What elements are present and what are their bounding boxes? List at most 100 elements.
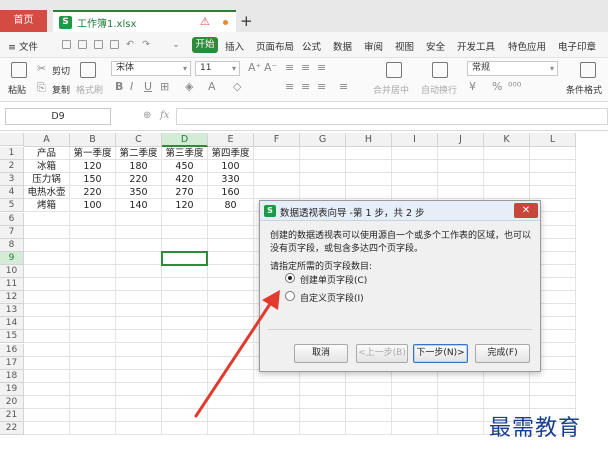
cell-c11[interactable] [116, 278, 162, 291]
cell-b5[interactable]: 100 [70, 199, 116, 213]
cell-i20[interactable] [392, 395, 438, 409]
row-header-19[interactable]: 19 [0, 382, 24, 396]
cell-c17[interactable] [116, 356, 162, 370]
tab-insert[interactable]: 插入 [225, 39, 244, 53]
name-box[interactable]: D9 [5, 108, 111, 125]
cell-f3[interactable] [254, 173, 300, 187]
cell-j20[interactable] [438, 395, 484, 409]
undo-icon[interactable]: ↶ [126, 39, 134, 50]
cell-e1[interactable]: 第四季度 [208, 147, 254, 160]
cell-b2[interactable]: 120 [70, 160, 116, 174]
cell-k19[interactable] [484, 382, 530, 396]
cell-l4[interactable] [530, 186, 576, 200]
row-header-3[interactable]: 3 [0, 173, 24, 187]
clear-icon[interactable]: ◇ [233, 80, 241, 93]
cell-j3[interactable] [438, 173, 484, 187]
cell-e5[interactable]: 80 [208, 199, 254, 213]
cell-e6[interactable] [208, 212, 254, 226]
cell-a22[interactable] [24, 422, 70, 436]
cell-h4[interactable] [346, 186, 392, 200]
more-icon[interactable]: ⌄ [172, 39, 180, 50]
file-menu[interactable]: ≡ 文件 [8, 39, 38, 53]
cell-a12[interactable] [24, 291, 70, 305]
align-middle-icon[interactable]: ≡ [301, 61, 310, 74]
cell-d7[interactable] [162, 225, 208, 239]
cell-b13[interactable] [70, 304, 116, 318]
file-tab[interactable]: S 工作簿1.xlsx ⚠ [53, 10, 236, 32]
cell-h20[interactable] [346, 395, 392, 409]
row-header-15[interactable]: 15 [0, 330, 24, 344]
cell-d1[interactable]: 第三季度 [162, 147, 208, 160]
cell-i3[interactable] [392, 173, 438, 187]
cell-b20[interactable] [70, 395, 116, 409]
cell-g2[interactable] [300, 160, 346, 174]
align-bottom-icon[interactable]: ≡ [317, 61, 326, 74]
cell-j21[interactable] [438, 409, 484, 422]
print-icon[interactable] [94, 40, 103, 49]
cell-e19[interactable] [208, 382, 254, 396]
column-header-l[interactable]: L [530, 133, 576, 147]
cell-c8[interactable] [116, 238, 162, 252]
align-center-icon[interactable]: ≡ [301, 80, 310, 93]
cell-b10[interactable] [70, 264, 116, 278]
column-header-a[interactable]: A [24, 133, 70, 147]
cell-d4[interactable]: 270 [162, 186, 208, 200]
row-header-20[interactable]: 20 [0, 395, 24, 409]
cell-b22[interactable] [70, 422, 116, 436]
next-button[interactable]: 下一步(N)> [413, 344, 468, 363]
cell-c22[interactable] [116, 422, 162, 436]
cell-c18[interactable] [116, 369, 162, 383]
cell-g1[interactable] [300, 147, 346, 160]
cell-c6[interactable] [116, 212, 162, 226]
cell-a6[interactable] [24, 212, 70, 226]
row-header-10[interactable]: 10 [0, 264, 24, 278]
home-tab[interactable]: 首页 [0, 10, 47, 32]
cell-c12[interactable] [116, 291, 162, 305]
cell-a10[interactable] [24, 264, 70, 278]
finish-button[interactable]: 完成(F) [475, 344, 530, 363]
back-button[interactable]: <上一步(B) [356, 344, 408, 363]
row-header-11[interactable]: 11 [0, 278, 24, 291]
cell-e9[interactable] [208, 251, 254, 265]
wrap-text-label[interactable]: 自动换行 [421, 83, 457, 96]
cell-d10[interactable] [162, 264, 208, 278]
cell-e16[interactable] [208, 343, 254, 357]
formula-input[interactable] [176, 108, 608, 125]
cell-a2[interactable]: 冰箱 [24, 160, 70, 174]
cell-i4[interactable] [392, 186, 438, 200]
cell-k1[interactable] [484, 147, 530, 160]
cell-c10[interactable] [116, 264, 162, 278]
conditional-format-label[interactable]: 条件格式 [566, 83, 602, 96]
cell-b4[interactable]: 220 [70, 186, 116, 200]
format-painter-icon[interactable] [80, 62, 96, 78]
cell-a1[interactable]: 产品 [24, 147, 70, 160]
cell-a11[interactable] [24, 278, 70, 291]
paste-label[interactable]: 粘贴 [8, 83, 26, 96]
cell-i21[interactable] [392, 409, 438, 422]
cell-c20[interactable] [116, 395, 162, 409]
cell-g19[interactable] [300, 382, 346, 396]
format-painter-label[interactable]: 格式刷 [76, 83, 103, 96]
cell-a17[interactable] [24, 356, 70, 370]
cell-d3[interactable]: 420 [162, 173, 208, 187]
cell-b1[interactable]: 第一季度 [70, 147, 116, 160]
cell-f20[interactable] [254, 395, 300, 409]
new-tab-button[interactable]: + [240, 12, 253, 30]
justify-icon[interactable]: ≡ [339, 80, 348, 93]
cell-a21[interactable] [24, 409, 70, 422]
tab-page-layout[interactable]: 页面布局 [256, 39, 294, 53]
cell-k2[interactable] [484, 160, 530, 174]
cell-d5[interactable]: 120 [162, 199, 208, 213]
italic-icon[interactable]: I [130, 80, 133, 93]
cell-c4[interactable]: 350 [116, 186, 162, 200]
cell-h1[interactable] [346, 147, 392, 160]
custom-page-field-radio[interactable] [285, 291, 295, 301]
fill-color-icon[interactable]: ◈ [185, 80, 193, 93]
column-header-j[interactable]: J [438, 133, 484, 147]
cell-a18[interactable] [24, 369, 70, 383]
row-header-17[interactable]: 17 [0, 356, 24, 370]
cell-a7[interactable] [24, 225, 70, 239]
cell-d22[interactable] [162, 422, 208, 436]
cell-d15[interactable] [162, 330, 208, 344]
column-header-k[interactable]: K [484, 133, 530, 147]
